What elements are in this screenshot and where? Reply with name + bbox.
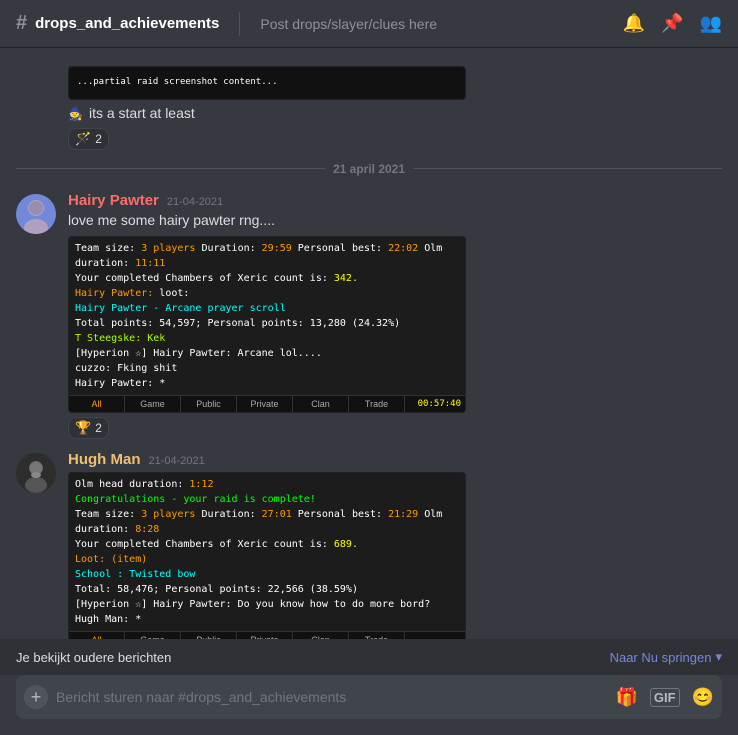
message-content: Hugh Man 21-04-2021 Olm head duration: 1…	[68, 451, 722, 639]
channel-name: drops_and_achievements	[35, 15, 219, 32]
screenshot-line: T Steegske: Kek	[75, 331, 459, 346]
input-icons: 🎁 GIF 😊	[615, 687, 714, 708]
message-header: Hairy Pawter 21-04-2021	[68, 192, 722, 209]
divider-line-right	[413, 168, 722, 169]
username: Hairy Pawter	[68, 192, 159, 209]
game-tab-all: All	[69, 396, 125, 412]
game-tab-public: Public	[181, 396, 237, 412]
game-screenshot: Olm head duration: 1:12 Congratulations …	[68, 472, 466, 639]
message-content: ...partial raid screenshot content... 🧙 …	[68, 60, 722, 150]
screenshot-line: Loot: (item)	[75, 552, 459, 567]
list-item: Hugh Man 21-04-2021 Olm head duration: 1…	[0, 443, 738, 639]
list-item: ...partial raid screenshot content... 🧙 …	[0, 56, 738, 154]
game-tab-all: All	[69, 632, 125, 639]
reaction[interactable]: 🪄 2	[68, 128, 109, 150]
message-content: Hairy Pawter 21-04-2021 love me some hai…	[68, 192, 722, 440]
game-screenshot: ...partial raid screenshot content...	[68, 66, 466, 100]
game-tab-private: Private	[237, 632, 293, 639]
header-icons: 🔔 📌 👥	[623, 13, 722, 34]
screenshot-partial-line: ...partial raid screenshot content...	[77, 76, 277, 90]
screenshot-line: School : Twisted bow	[75, 567, 459, 582]
channel-topic: Post drops/slayer/clues here	[260, 16, 437, 32]
game-screenshot: Team size: 3 players Duration: 29:59 Per…	[68, 236, 466, 413]
screenshot-line: Your completed Chambers of Xeric count i…	[75, 271, 459, 286]
game-tab-private: Private	[237, 396, 293, 412]
timestamp: 21-04-2021	[167, 196, 223, 208]
game-tab-clan: Clan	[293, 632, 349, 639]
divider-line	[16, 168, 325, 169]
reaction-emoji: 🏆	[75, 420, 91, 436]
date-divider-text: 21 april 2021	[333, 162, 405, 176]
chevron-down-icon: ▾	[715, 649, 722, 665]
screenshot-time-placeholder	[405, 632, 465, 639]
top-message-text: its a start at least	[89, 105, 195, 121]
avatar	[16, 194, 56, 234]
game-tab-bar: All Game Public Private Clan Trade	[69, 631, 465, 639]
message-text: its a start at least	[89, 104, 195, 124]
screenshot-line: Olm head duration: 1:12	[75, 477, 459, 492]
username: Hugh Man	[68, 451, 141, 468]
screenshot-line: Congratulations - your raid is complete!	[75, 492, 459, 507]
reaction-count: 2	[95, 421, 102, 435]
date-divider: 21 april 2021	[0, 154, 738, 184]
screenshot-line: Team size: 3 players Duration: 27:01 Per…	[75, 507, 459, 537]
members-icon[interactable]: 👥	[700, 13, 722, 34]
game-tab-trade: Trade	[349, 632, 405, 639]
message-header: Hugh Man 21-04-2021	[68, 451, 722, 468]
avatar-small-icon: 🧙	[68, 107, 83, 121]
screenshot-lines: Team size: 3 players Duration: 29:59 Per…	[69, 237, 465, 395]
timestamp: 21-04-2021	[149, 455, 205, 467]
screenshot-line: Hairy Pawter: *	[75, 376, 459, 391]
message-input-bar[interactable]: + 🎁 GIF 😊	[16, 675, 722, 719]
game-tab-game: Game	[125, 396, 181, 412]
gift-icon[interactable]: 🎁	[615, 687, 637, 708]
channel-header: # drops_and_achievements Post drops/slay…	[0, 0, 738, 48]
game-tab-trade: Trade	[349, 396, 405, 412]
screenshot-line: Your completed Chambers of Xeric count i…	[75, 537, 459, 552]
screenshot-line: Team size: 3 players Duration: 29:59 Per…	[75, 241, 459, 271]
game-tab-public: Public	[181, 632, 237, 639]
screenshot-line: cuzzo: Fking shit	[75, 361, 459, 376]
screenshot-line: Total: 58,476; Personal points: 22,566 (…	[75, 582, 459, 597]
avatar	[16, 453, 56, 493]
screenshot-lines: Olm head duration: 1:12 Congratulations …	[69, 473, 465, 631]
screenshot-line: Total points: 54,597; Personal points: 1…	[75, 316, 459, 331]
messages-area: ...partial raid screenshot content... 🧙 …	[0, 48, 738, 639]
header-divider	[239, 12, 240, 36]
older-messages-text: Je bekijkt oudere berichten	[16, 650, 171, 665]
pin-icon[interactable]: 📌	[661, 13, 683, 34]
older-messages-bar[interactable]: Je bekijkt oudere berichten Naar Nu spri…	[0, 639, 738, 675]
screenshot-line: Hugh Man: *	[75, 612, 459, 627]
game-tab-clan: Clan	[293, 396, 349, 412]
gif-icon[interactable]: GIF	[650, 688, 680, 707]
list-item: Hairy Pawter 21-04-2021 love me some hai…	[0, 184, 738, 444]
game-tab-game: Game	[125, 632, 181, 639]
reaction-emoji: 🪄	[75, 131, 91, 147]
screenshot-content: ...partial raid screenshot content...	[69, 67, 465, 99]
jump-to-now-button[interactable]: Naar Nu springen ▾	[610, 649, 722, 665]
screenshot-line: [Hyperion ☆] Hairy Pawter: Arcane lol...…	[75, 346, 459, 361]
message-input[interactable]	[56, 689, 607, 705]
add-content-button[interactable]: +	[24, 685, 48, 709]
bell-icon[interactable]: 🔔	[623, 13, 645, 34]
screenshot-line: Hairy Pawter - Arcane prayer scroll	[75, 301, 459, 316]
channel-hash-icon: #	[16, 12, 27, 35]
screenshot-line: Hairy Pawter: loot:	[75, 286, 459, 301]
message-text: love me some hairy pawter rng....	[68, 211, 722, 231]
reaction-count: 2	[95, 132, 102, 146]
emoji-icon[interactable]: 😊	[692, 687, 714, 708]
screenshot-time: 00:57:40	[405, 396, 465, 412]
game-tab-bar: All Game Public Private Clan Trade 00:57…	[69, 395, 465, 412]
reaction[interactable]: 🏆 2	[68, 417, 109, 439]
jump-label: Naar Nu springen	[610, 650, 712, 665]
screenshot-line: [Hyperion ☆] Hairy Pawter: Do you know h…	[75, 597, 459, 612]
